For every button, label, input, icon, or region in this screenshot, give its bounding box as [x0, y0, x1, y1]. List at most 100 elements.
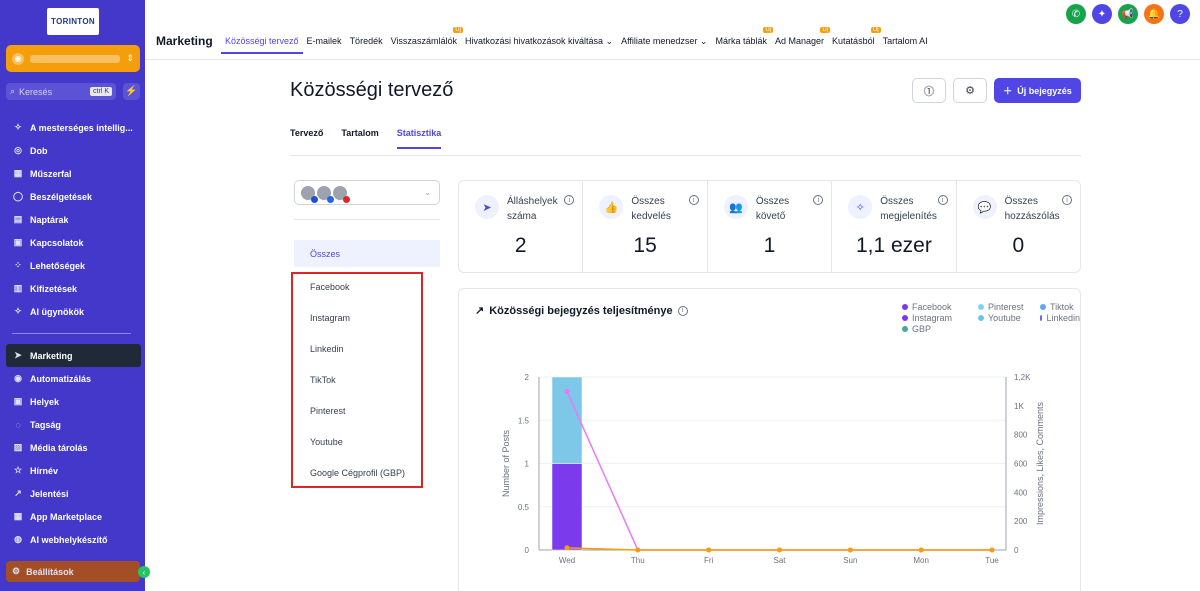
tab-toredek[interactable]: Töredék	[346, 30, 387, 54]
sidebar-item-muszerfal[interactable]: ▦ Műszerfal	[0, 162, 145, 185]
bell-icon[interactable]: 🔔	[1144, 4, 1164, 24]
new-post-button[interactable]: ＋ Új bejegyzés	[994, 78, 1081, 103]
company-logo[interactable]: TORINTON	[47, 8, 99, 35]
collapse-sidebar-icon[interactable]: ‹	[138, 566, 150, 578]
message-alert-icon: ⓵	[923, 85, 935, 98]
sidebar-item-hirnev[interactable]: ☆ Hírnév	[0, 459, 145, 482]
sidebar-item-media-tarolas[interactable]: ▨ Média tárolás	[0, 436, 145, 459]
marketing-tabs: Közösségi tervező E-mailek Töredék Visszasz…	[221, 27, 932, 54]
y2-tick-label: 1K	[1014, 402, 1024, 411]
tab-tervezo[interactable]: Tervező	[290, 128, 323, 149]
tab-statisztika[interactable]: Statisztika	[396, 128, 442, 149]
point-likes-tue[interactable]	[989, 547, 995, 553]
settings-button[interactable]: ⚙	[953, 78, 987, 103]
sidebar-icon: ▦	[13, 168, 23, 178]
tab-kozossegi-tervezo[interactable]: Közösségi tervező	[221, 30, 303, 54]
stat-label: Összes kedvelés	[631, 196, 671, 222]
sparkle-icon[interactable]: ✦	[1092, 4, 1112, 24]
tab-label: Közösségi tervező	[225, 36, 299, 46]
sidebar-item-jelentesi[interactable]: ↗ Jelentési	[0, 482, 145, 505]
stat-icon: ➤	[475, 195, 499, 219]
sidebar-item-beszelgetesek[interactable]: ◯ Beszélgetések	[0, 185, 145, 208]
sidebar-item-app-marketplace[interactable]: ▦ App Marketplace	[0, 505, 145, 528]
tab-kutatasbol[interactable]: Kutatásból Új	[828, 27, 881, 54]
point-likes-sat[interactable]	[777, 547, 782, 553]
tab-hivatkozasi-hivatkozasok-kivaltasa[interactable]: Hivatkozási hivatkozások kiváltása ⌄	[461, 30, 617, 54]
x-tick-label: Sat	[773, 556, 786, 565]
sidebar-item-kifizetesek[interactable]: ▥ Kifizetések	[0, 277, 145, 300]
info-icon[interactable]: i	[937, 195, 948, 205]
tab-marka-tablak[interactable]: Márka táblák Új	[711, 27, 774, 54]
info-icon[interactable]: i	[688, 195, 699, 205]
point-likes-fri[interactable]	[706, 547, 712, 553]
account-selector[interactable]: ⌄	[294, 180, 440, 205]
tab-tartalom-ai[interactable]: Tartalom AI	[879, 30, 932, 54]
tab-ad-manager[interactable]: Ad Manager Új	[771, 27, 831, 54]
point-likes-mon[interactable]	[918, 547, 924, 553]
sidebar-item-settings[interactable]: ⚙ Beállítások	[6, 561, 140, 582]
sidebar-item-tagsag[interactable]: ◌ Tagság	[0, 413, 145, 436]
tab-visszaszamlalok[interactable]: Visszaszámlálók Új	[387, 27, 463, 54]
sidebar-item-helyek[interactable]: ▣ Helyek	[0, 390, 145, 413]
account-avatar: ◉	[12, 52, 24, 65]
y2-tick-label: 600	[1014, 460, 1028, 469]
stat-icon: 💬	[972, 195, 997, 219]
point-impressions-wed[interactable]	[564, 388, 570, 394]
sidebar-item-naptarak[interactable]: ▤ Naptárak	[0, 208, 145, 231]
tab-tartalom[interactable]: Tartalom	[341, 128, 378, 149]
sidebar-icon: ◉	[14, 373, 22, 383]
sidebar-item-a-mesterseges-intellig[interactable]: ✧ A mesterséges intellig...	[0, 116, 145, 139]
stat-value: 0	[1012, 234, 1025, 257]
sidebar-item-ai-webhelykeszito[interactable]: ◍ AI webhelykészítő	[0, 528, 145, 551]
feedback-button[interactable]: ⓵	[912, 78, 946, 103]
sidebar-icon: ✧	[14, 306, 22, 316]
y2-tick-label: 800	[1014, 431, 1028, 440]
y2-axis-title: Impressions, Likes, Comments	[1035, 401, 1045, 525]
account-switcher[interactable]: ◉ ⇕	[6, 45, 140, 72]
y-tick-label: 1.5	[518, 416, 530, 425]
sidebar-item-kapcsolatok[interactable]: ▣ Kapcsolatok	[0, 231, 145, 254]
sidebar-item-label: Hírnév	[30, 465, 59, 476]
tab-label: Visszaszámlálók	[390, 36, 457, 46]
sidebar-item-dob[interactable]: ◎ Dob	[0, 139, 145, 162]
tab-e-mailek[interactable]: E-mailek	[303, 30, 346, 54]
chevron-down-icon: ⌄	[424, 188, 431, 197]
x-tick-label: Wed	[559, 556, 575, 565]
sidebar-icon: ◎	[14, 145, 22, 155]
sidebar-item-automatizalas[interactable]: ◉ Automatizálás	[0, 367, 145, 390]
point-likes-wed[interactable]	[564, 545, 570, 551]
sidebar-item-ai-ugynokok[interactable]: ✧ AI ügynökök	[0, 300, 145, 323]
sidebar-item-label: Helyek	[30, 396, 60, 407]
stat-label: Összes követő	[755, 196, 790, 222]
section-title: Marketing	[156, 34, 213, 48]
logo-text: TORINTON	[51, 17, 95, 26]
highlight-annotation-box	[291, 272, 423, 488]
sidebar-icon: ▨	[13, 442, 23, 452]
info-icon[interactable]: i	[1062, 195, 1073, 205]
x-tick-label: Mon	[913, 556, 929, 565]
stat-label: Összes hozzászólás	[1004, 196, 1060, 222]
divider	[290, 155, 1081, 156]
sidebar-item-lehetosegek[interactable]: ⁘ Lehetőségek	[0, 254, 145, 277]
search-placeholder: Keresés	[19, 86, 53, 97]
help-icon[interactable]: ?	[1170, 4, 1190, 24]
quick-action-bolt-icon[interactable]: ⚡	[123, 83, 140, 100]
bar-facebook-wed[interactable]	[551, 463, 583, 551]
point-likes-thu[interactable]	[635, 547, 641, 553]
search-input[interactable]: ⌕ Keresés ctrl K	[6, 83, 116, 100]
tab-affiliate-menedzser[interactable]: Affiliate menedzser ⌄	[617, 30, 711, 54]
sidebar-item-label: Automatizálás	[30, 373, 92, 384]
megaphone-icon[interactable]: 📢	[1118, 4, 1138, 24]
info-icon[interactable]: i	[564, 195, 575, 205]
sidebar-item-marketing[interactable]: ➤ Marketing	[6, 344, 141, 367]
stat-value: 15	[633, 234, 657, 257]
point-likes-sun[interactable]	[847, 547, 853, 553]
filter-osszes[interactable]: Összes	[294, 240, 440, 267]
page-title: Közösségi tervező	[290, 79, 454, 101]
info-icon[interactable]: i	[813, 195, 824, 205]
phone-icon[interactable]: ✆	[1066, 4, 1086, 24]
plus-icon: ＋	[1003, 86, 1013, 96]
tab-label: Affiliate menedzser ⌄	[621, 36, 708, 46]
stat-osszes-kedveles: 👍 Összes kedvelés i 15	[583, 181, 708, 272]
x-tick-label: Sun	[843, 556, 857, 565]
